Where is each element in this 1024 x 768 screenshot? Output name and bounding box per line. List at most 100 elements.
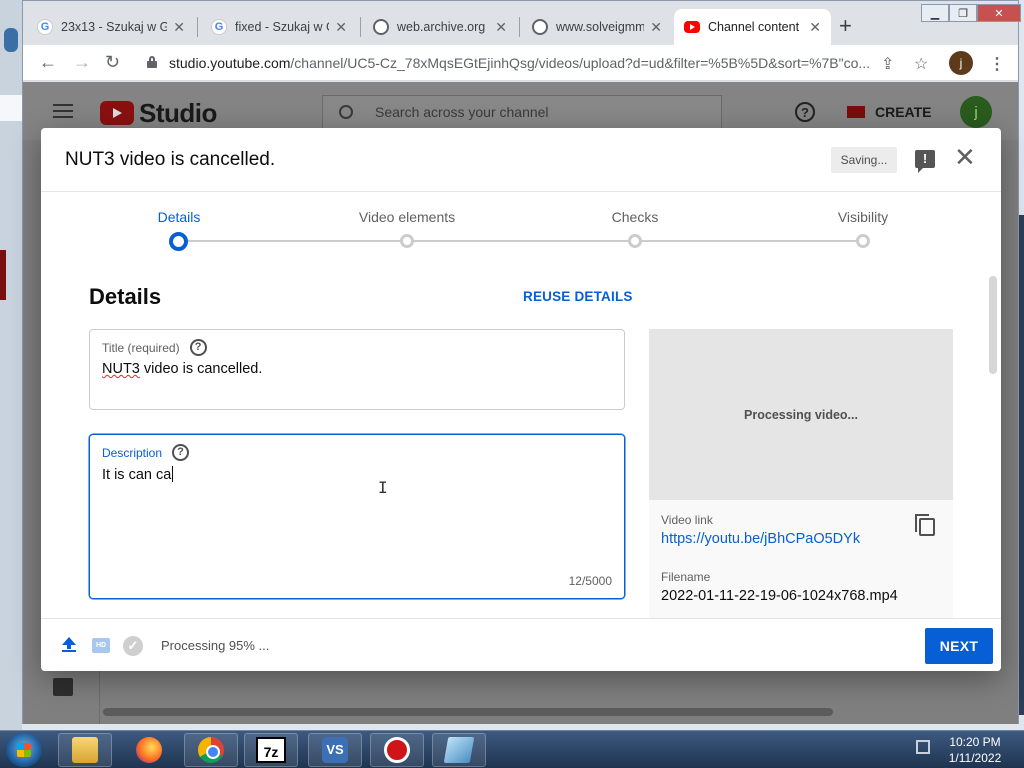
maximize-button[interactable]: ❐: [949, 4, 977, 22]
description-field-label: Description?: [102, 444, 190, 461]
help-icon[interactable]: ?: [172, 444, 190, 461]
taskbar-visual-studio[interactable]: VS: [308, 733, 362, 767]
title-value-rest: video is cancelled.: [139, 361, 263, 377]
tab-title: www.solveigmm.c: [556, 20, 645, 34]
forward-button[interactable]: →: [73, 52, 91, 73]
dialog-title: NUT3 video is cancelled.: [65, 149, 276, 170]
upload-icon[interactable]: [62, 637, 76, 653]
description-label-text: Description: [102, 445, 163, 460]
help-icon: ?: [795, 102, 815, 122]
stepper-track: [179, 240, 863, 242]
title-label-text: Title (required): [102, 340, 180, 355]
recorder-icon: [384, 737, 410, 763]
lock-icon[interactable]: [147, 56, 157, 68]
close-icon[interactable]: ✕: [954, 144, 976, 170]
tab-solveigmm[interactable]: www.solveigmm.c ✕: [522, 9, 672, 45]
share-icon[interactable]: ⇪: [881, 54, 894, 74]
tab-close-icon[interactable]: ✕: [809, 19, 821, 36]
title-value-spellcheck: NUT3: [102, 361, 140, 377]
tab-web-archive[interactable]: web.archive.org ✕: [363, 9, 517, 45]
description-text: It is can ca: [102, 467, 172, 483]
profile-avatar[interactable]: j: [949, 51, 973, 75]
search-icon: [339, 105, 353, 119]
feedback-icon[interactable]: !: [915, 150, 935, 173]
step-dot-video-elements[interactable]: [400, 234, 414, 248]
check-icon[interactable]: ✓: [123, 636, 143, 656]
tab-channel-content[interactable]: Channel content ✕: [674, 9, 831, 45]
visual-studio-icon: VS: [322, 737, 348, 763]
channel-avatar: j: [960, 96, 992, 128]
tab-strip: G 23x13 - Szukaj w G ✕ G fixed - Szukaj …: [23, 1, 1021, 45]
dialog-scrollbar[interactable]: [989, 276, 997, 374]
address-bar[interactable]: studio.youtube.com/channel/UC5-Cz_78xMqs…: [169, 55, 879, 71]
create-button: CREATE: [847, 96, 932, 128]
reload-button[interactable]: ↻: [105, 52, 120, 73]
video-camera-icon: [847, 106, 865, 118]
taskbar-7zip[interactable]: 7z: [244, 733, 298, 767]
preview-status: Processing video...: [744, 407, 858, 422]
title-field[interactable]: Title (required)? NUT3 video is cancelle…: [89, 329, 625, 410]
explorer-icon: [72, 737, 98, 763]
step-video-elements[interactable]: Video elements: [337, 209, 477, 225]
taskbar: 7z VS 10:20 PM 1/11/2022: [0, 730, 1024, 768]
app-icon: [443, 737, 475, 763]
horizontal-scrollbar: [103, 708, 833, 716]
taskbar-recorder[interactable]: [370, 733, 424, 767]
taskbar-app[interactable]: [432, 733, 486, 767]
tab-close-icon[interactable]: ✕: [335, 19, 347, 36]
next-button[interactable]: NEXT: [925, 628, 993, 664]
text-caret: [172, 466, 174, 482]
title-field-label: Title (required)?: [102, 339, 207, 356]
bookmark-star-icon[interactable]: ☆: [914, 54, 928, 74]
clock-date: 1/11/2022: [948, 751, 1002, 765]
taskbar-firefox[interactable]: [122, 733, 176, 767]
more-menu-icon[interactable]: ⋮: [989, 54, 1005, 74]
tab-separator: [519, 17, 520, 37]
create-label: CREATE: [875, 104, 932, 120]
minimize-button[interactable]: ▁: [921, 4, 949, 22]
saving-indicator: Saving...: [831, 147, 897, 173]
taskbar-explorer[interactable]: [58, 733, 112, 767]
description-value[interactable]: It is can ca: [102, 466, 174, 483]
back-button[interactable]: ←: [39, 52, 57, 73]
tab-close-icon[interactable]: ✕: [495, 19, 507, 36]
url-host: studio.youtube.com: [169, 55, 291, 71]
step-checks[interactable]: Checks: [565, 209, 705, 225]
step-visibility[interactable]: Visibility: [793, 209, 933, 225]
start-button[interactable]: [6, 733, 42, 767]
step-dot-checks[interactable]: [628, 234, 642, 248]
clock-time: 10:20 PM: [949, 735, 1001, 749]
studio-logo-text: Studio: [139, 98, 217, 128]
search-placeholder: Search across your channel: [375, 104, 549, 120]
7zip-icon: 7z: [256, 737, 286, 763]
window-close-button[interactable]: ✕: [977, 4, 1021, 22]
network-tray-icon[interactable]: [916, 740, 930, 754]
upload-dialog: NUT3 video is cancelled. Saving... ! ✕ D…: [41, 128, 1001, 671]
tab-search-1[interactable]: G 23x13 - Szukaj w G ✕: [27, 9, 195, 45]
title-value[interactable]: NUT3 video is cancelled.: [102, 361, 262, 377]
hd-icon[interactable]: HD: [92, 638, 110, 653]
video-preview: Processing video...: [649, 329, 953, 500]
step-details[interactable]: Details: [109, 209, 249, 225]
step-dot-visibility[interactable]: [856, 234, 870, 248]
url-path: /channel/UC5-Cz_78xMqsEGtEjinhQsg/videos…: [290, 55, 871, 71]
tab-title: Channel content: [708, 20, 800, 34]
tab-close-icon[interactable]: ✕: [650, 19, 662, 36]
step-dot-details[interactable]: [169, 232, 188, 251]
dialog-footer: HD ✓ Processing 95% ... NEXT: [41, 618, 1001, 671]
browser-toolbar: ← → ↻ studio.youtube.com/channel/UC5-Cz_…: [23, 45, 1018, 81]
youtube-logo-icon: [100, 101, 134, 125]
copy-icon[interactable]: [915, 514, 935, 536]
system-clock[interactable]: 10:20 PM 1/11/2022: [940, 734, 1010, 766]
reuse-details-button[interactable]: REUSE DETAILS: [523, 289, 633, 304]
tab-title: fixed - Szukaj w G: [235, 20, 330, 34]
taskbar-chrome[interactable]: [184, 733, 238, 767]
description-field[interactable]: Description? It is can ca I 12/5000: [89, 434, 625, 599]
globe-icon: [532, 19, 548, 35]
tab-close-icon[interactable]: ✕: [173, 19, 185, 36]
video-link[interactable]: https://youtu.be/jBhCPaO5DYk: [661, 531, 860, 547]
chrome-icon: [198, 737, 224, 763]
tab-search-2[interactable]: G fixed - Szukaj w G ✕: [201, 9, 357, 45]
help-icon[interactable]: ?: [189, 339, 207, 356]
new-tab-button[interactable]: +: [839, 15, 852, 37]
